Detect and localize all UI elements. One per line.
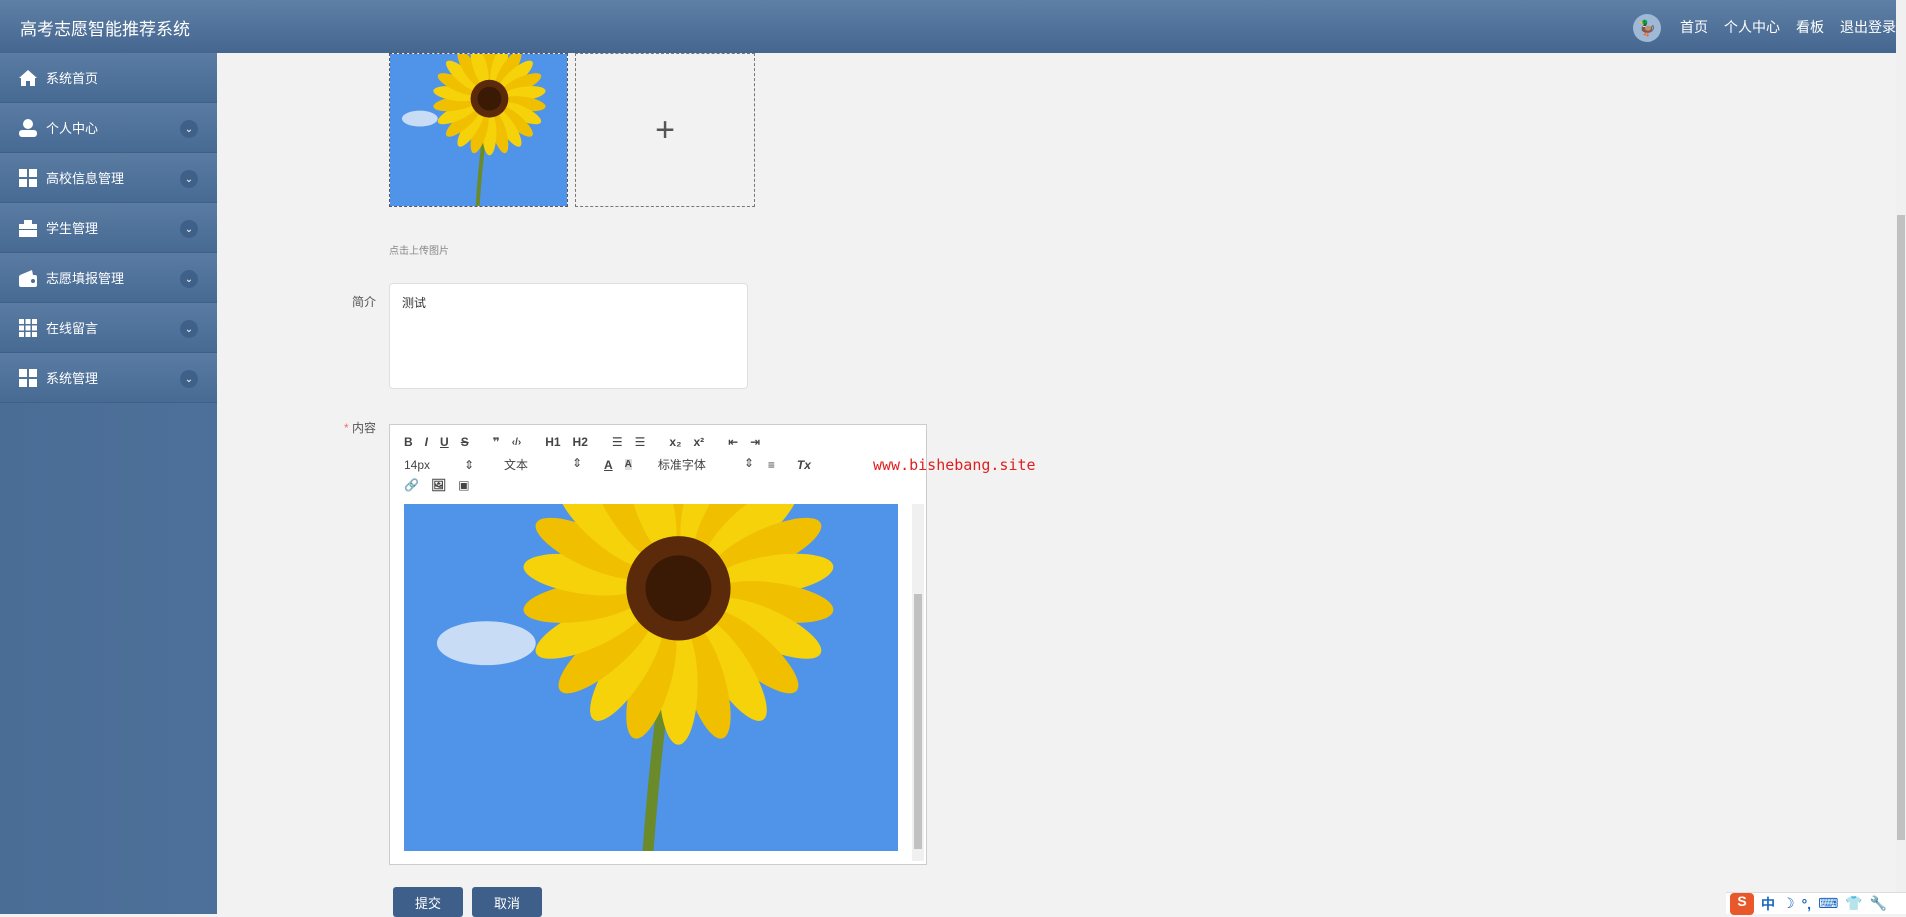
wallet-icon [18, 268, 38, 288]
content-label: * 内容 [344, 419, 376, 436]
background-color-icon[interactable]: A [624, 459, 632, 470]
sidebar-item-system[interactable]: 系统管理 ⌄ [0, 353, 217, 403]
nav-dashboard[interactable]: 看板 [1796, 17, 1824, 37]
uploaded-image-thumbnail[interactable] [389, 53, 568, 207]
keyboard-icon[interactable]: ⌨ [1818, 895, 1838, 912]
editor-content-image[interactable] [404, 504, 898, 851]
chevron-down-icon[interactable]: ⌄ [180, 220, 198, 238]
app-title: 高考志愿智能推荐系统 [20, 20, 190, 39]
font-size-value: 14px [404, 457, 431, 472]
bold-button[interactable]: B [404, 435, 413, 449]
top-header: 高考志愿智能推荐系统 🦆 首页 个人中心 看板 退出登录 [0, 0, 1896, 53]
bullet-list-icon[interactable]: ☰ [635, 435, 646, 449]
shirt-icon[interactable]: 👕 [1845, 895, 1862, 912]
chevron-down-icon[interactable]: ⌄ [180, 120, 198, 138]
upload-add-button[interactable]: + [575, 53, 755, 207]
sidebar-item-application[interactable]: 志愿填报管理 ⌄ [0, 253, 217, 303]
watermark: www.bishebang.site [873, 456, 1036, 474]
nav-profile[interactable]: 个人中心 [1724, 17, 1780, 37]
upload-hint: 点击上传图片 [389, 246, 449, 257]
align-icon[interactable]: ≡ [768, 458, 775, 472]
code-block-button[interactable]: ‹/› [512, 437, 521, 448]
sidebar: 系统首页 个人中心 ⌄ 高校信息管理 ⌄ 学生管理 ⌄ 志愿填报管理 ⌄ 在线留言 ⌄ 系… [0, 53, 217, 914]
required-mark: * [344, 421, 349, 435]
cancel-button[interactable]: 取消 [472, 887, 542, 917]
top-nav: 首页 个人中心 看板 退出登录 [1680, 17, 1896, 37]
h1-button[interactable]: H1 [545, 435, 560, 449]
chevron-down-icon[interactable]: ⌄ [180, 370, 198, 388]
grid-icon [18, 168, 38, 188]
punctuation-icon[interactable]: °, [1802, 896, 1812, 912]
home-icon [18, 68, 38, 88]
plus-icon: + [655, 110, 675, 149]
sidebar-item-college[interactable]: 高校信息管理 ⌄ [0, 153, 217, 203]
grid-icon [18, 368, 38, 388]
ime-language[interactable]: 中 [1761, 894, 1775, 914]
blockquote-button[interactable]: ❞ [493, 435, 500, 449]
chevron-down-icon[interactable]: ⌄ [180, 170, 198, 188]
moon-icon[interactable]: ☽ [1782, 895, 1795, 912]
sidebar-item-label: 系统首页 [46, 71, 99, 86]
subscript-button[interactable]: x₂ [669, 435, 681, 449]
sidebar-item-student[interactable]: 学生管理 ⌄ [0, 203, 217, 253]
nav-logout[interactable]: 退出登录 [1840, 17, 1896, 37]
page-scrollbar[interactable] [1896, 0, 1906, 914]
ime-toolbar[interactable]: S 中 ☽ °, ⌨ 👕 🔧 [1726, 892, 1906, 915]
font-color-icon[interactable]: A [604, 458, 613, 472]
user-icon [18, 118, 38, 138]
sidebar-item-label: 系统管理 [46, 371, 99, 386]
submit-button[interactable]: 提交 [393, 887, 463, 917]
underline-button[interactable]: U [440, 435, 449, 449]
font-family-select[interactable]: 标准字体 ⇕ [658, 456, 768, 473]
h2-button[interactable]: H2 [573, 435, 588, 449]
chevron-down-icon[interactable]: ⌄ [180, 320, 198, 338]
sidebar-item-label: 志愿填报管理 [46, 271, 125, 286]
clear-format-button[interactable]: Tx [797, 458, 811, 472]
image-icon[interactable]: 🖼 [431, 478, 446, 492]
sogou-logo-icon: S [1730, 892, 1754, 915]
strike-button[interactable]: S [461, 435, 469, 449]
nav-home[interactable]: 首页 [1680, 17, 1708, 37]
chevron-down-icon[interactable]: ⌄ [180, 270, 198, 288]
sidebar-item-label: 个人中心 [46, 121, 99, 136]
sidebar-item-label: 学生管理 [46, 221, 99, 236]
outdent-icon[interactable]: ⇤ [728, 435, 738, 449]
italic-button[interactable]: I [425, 435, 428, 449]
briefcase-icon [18, 218, 38, 238]
sidebar-item-label: 高校信息管理 [46, 171, 125, 186]
wrench-icon[interactable]: 🔧 [1870, 895, 1887, 912]
link-icon[interactable]: 🔗 [404, 478, 419, 492]
text-type-select[interactable]: 文本 ⇕ [504, 456, 604, 473]
sidebar-item-home[interactable]: 系统首页 [0, 53, 217, 103]
rich-text-editor: B I U S ❞ ‹/› H1 H2 ☰ ☰ x₂ x² ⇤ ⇥ 14px ⇕ … [389, 424, 927, 865]
text-type-value: 文本 [504, 458, 529, 472]
grid9-icon [18, 318, 38, 338]
intro-label: 简介 [352, 295, 377, 309]
editor-scrollbar[interactable] [912, 504, 924, 861]
ordered-list-icon[interactable]: ☰ [612, 435, 623, 449]
sidebar-item-messages[interactable]: 在线留言 ⌄ [0, 303, 217, 353]
indent-icon[interactable]: ⇥ [750, 435, 760, 449]
superscript-button[interactable]: x² [693, 435, 704, 449]
content-label-text: 内容 [352, 421, 377, 435]
video-icon[interactable]: ▣ [458, 478, 469, 492]
font-size-select[interactable]: 14px ⇕ [404, 458, 504, 472]
font-family-value: 标准字体 [657, 458, 706, 472]
avatar[interactable]: 🦆 [1633, 14, 1661, 42]
sidebar-item-profile[interactable]: 个人中心 ⌄ [0, 103, 217, 153]
sidebar-item-label: 在线留言 [46, 321, 99, 336]
intro-textarea[interactable]: 测试 [389, 283, 748, 389]
